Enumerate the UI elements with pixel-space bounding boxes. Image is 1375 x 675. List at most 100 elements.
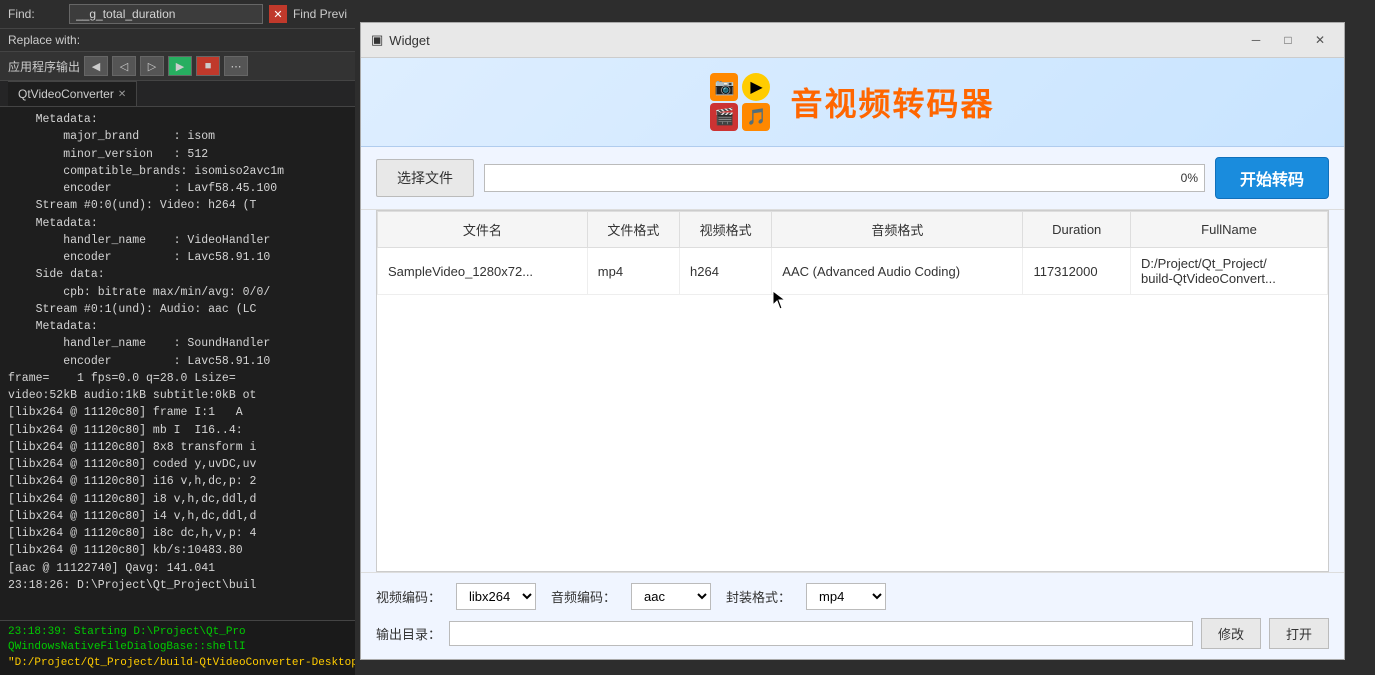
left-panel: Find: ✕ Find Previ Replace with: 应用程序输出 … xyxy=(0,0,355,675)
widget-window: ▣ Widget ─ □ ✕ 📷 ▶ 🎬 🎵 音视频转码器 选择文件 0% xyxy=(360,22,1345,660)
output-log[interactable]: 23:18:39: Starting D:\Project\Qt_Pro QWi… xyxy=(0,620,355,675)
progress-bar-container: 0% xyxy=(484,164,1205,192)
col-header-fullname: FullName xyxy=(1130,212,1327,248)
toolbar-btn-3[interactable]: ▷ xyxy=(140,56,164,76)
output-quote: "D:/Project/Qt_Project/build-QtVideoConv… xyxy=(8,656,347,671)
code-line: Side data: xyxy=(8,266,347,283)
file-table: 文件名 文件格式 视频格式 音频格式 Duration FullName Sam… xyxy=(377,211,1328,295)
window-close-button[interactable]: ✕ xyxy=(1306,29,1334,51)
code-line: encoder : Lavf58.45.100 xyxy=(8,180,347,197)
progress-text: 0% xyxy=(1181,171,1198,185)
toolbar-btn-play[interactable]: ▶ xyxy=(168,56,192,76)
select-file-button[interactable]: 选择文件 xyxy=(376,159,474,197)
cell-filename: SampleVideo_1280x72... xyxy=(378,248,588,295)
app-title: 音视频转码器 xyxy=(790,79,994,125)
code-line: Stream #0:1(und): Audio: aac (LC xyxy=(8,301,347,318)
code-line: compatible_brands: isomiso2avc1m xyxy=(8,163,347,180)
window-maximize-button[interactable]: □ xyxy=(1274,29,1302,51)
file-table-container[interactable]: 文件名 文件格式 视频格式 音频格式 Duration FullName Sam… xyxy=(376,210,1329,572)
col-header-filename: 文件名 xyxy=(378,212,588,248)
tab-bar: QtVideoConverter ✕ xyxy=(0,81,355,107)
video-encoding-label: 视频编码： xyxy=(376,587,441,606)
tab-label: QtVideoConverter xyxy=(18,87,114,101)
output-label: 应用程序输出 xyxy=(8,58,80,75)
replace-label: Replace with: xyxy=(8,33,80,47)
audio-encoding-label: 音频编码： xyxy=(551,587,616,606)
output-line: QWindowsNativeFileDialogBase::shellI xyxy=(8,640,347,655)
cell-audio-format: AAC (Advanced Audio Coding) xyxy=(772,248,1023,295)
code-line: [libx264 @ 11120c80] i8c dc,h,v,p: 4 xyxy=(8,525,347,542)
table-header-row: 文件名 文件格式 视频格式 音频格式 Duration FullName xyxy=(378,212,1328,248)
code-line: encoder : Lavc58.91.10 xyxy=(8,249,347,266)
code-line: handler_name : SoundHandler xyxy=(8,335,347,352)
code-line: minor_version : 512 xyxy=(8,146,347,163)
toolbar-btn-stop[interactable]: ■ xyxy=(196,56,220,76)
video-encoding-select[interactable]: libx264 h264 h265 xyxy=(456,583,536,610)
window-title-text: Widget xyxy=(389,33,429,48)
code-line: [libx264 @ 11120c80] 8x8 transform i xyxy=(8,439,347,456)
output-row: 输出目录： 修改 打开 xyxy=(376,618,1329,649)
container-select[interactable]: mp4 mkv avi xyxy=(806,583,886,610)
code-line: Stream #0:0(und): Video: h264 (T xyxy=(8,197,347,214)
icon-row-1: 📷 ▶ xyxy=(710,73,770,101)
toolbar-btn-5[interactable]: ⋯ xyxy=(224,56,248,76)
find-prev-label: Find Previ xyxy=(293,7,347,21)
col-header-duration: Duration xyxy=(1023,212,1131,248)
start-convert-button[interactable]: 开始转码 xyxy=(1215,157,1329,199)
code-line: [libx264 @ 11120c80] frame I:1 A xyxy=(8,404,347,421)
code-line: major_brand : isom xyxy=(8,128,347,145)
encoding-row: 视频编码： libx264 h264 h265 音频编码： aac mp3 封装… xyxy=(376,583,1329,610)
code-line: [libx264 @ 11120c80] i16 v,h,dc,p: 2 xyxy=(8,473,347,490)
code-line: Metadata: xyxy=(8,318,347,335)
output-path-input[interactable] xyxy=(449,621,1193,646)
code-line: [libx264 @ 11120c80] i8 v,h,dc,ddl,d xyxy=(8,491,347,508)
col-header-format: 文件格式 xyxy=(587,212,679,248)
col-header-audio: 音频格式 xyxy=(772,212,1023,248)
window-title-icon: ▣ xyxy=(371,32,383,48)
cell-format: mp4 xyxy=(587,248,679,295)
code-line: handler_name : VideoHandler xyxy=(8,232,347,249)
code-line: cpb: bitrate max/min/avg: 0/0/ xyxy=(8,284,347,301)
output-line: 23:18:39: Starting D:\Project\Qt_Pro xyxy=(8,625,347,640)
toolbar-btn-1[interactable]: ◀ xyxy=(84,56,108,76)
cell-duration: 117312000 xyxy=(1023,248,1131,295)
icon-row-2: 🎬 🎵 xyxy=(710,103,770,131)
code-line: 23:18:26: D:\Project\Qt_Project\buil xyxy=(8,577,347,594)
modify-button[interactable]: 修改 xyxy=(1201,618,1261,649)
code-line: frame= 1 fps=0.0 q=28.0 Lsize= xyxy=(8,370,347,387)
widget-bottom: 视频编码： libx264 h264 h265 音频编码： aac mp3 封装… xyxy=(361,572,1344,659)
code-line: encoder : Lavc58.91.10 xyxy=(8,353,347,370)
window-title: ▣ Widget xyxy=(371,32,430,48)
code-line: [libx264 @ 11120c80] kb/s:10483.80 xyxy=(8,542,347,559)
find-bar: Find: ✕ Find Previ xyxy=(0,0,355,29)
find-input[interactable] xyxy=(69,4,263,24)
camera-icon: 📷 xyxy=(710,73,738,101)
tab-close-icon[interactable]: ✕ xyxy=(118,89,126,100)
tab-qtvideoconverter[interactable]: QtVideoConverter ✕ xyxy=(8,81,137,106)
code-area[interactable]: Metadata: major_brand : isom minor_versi… xyxy=(0,107,355,620)
open-button[interactable]: 打开 xyxy=(1269,618,1329,649)
find-label: Find: xyxy=(8,7,63,21)
cell-video-format: h264 xyxy=(680,248,772,295)
code-line: [libx264 @ 11120c80] coded y,uvDC,uv xyxy=(8,456,347,473)
code-line: video:52kB audio:1kB subtitle:0kB ot xyxy=(8,387,347,404)
output-dir-label: 输出目录： xyxy=(376,624,441,643)
app-header: 📷 ▶ 🎬 🎵 音视频转码器 xyxy=(361,58,1344,147)
widget-toolbar: 选择文件 0% 开始转码 xyxy=(361,147,1344,210)
cell-fullname: D:/Project/Qt_Project/build-QtVideoConve… xyxy=(1130,248,1327,295)
output-toolbar: 应用程序输出 ◀ ◁ ▷ ▶ ■ ⋯ xyxy=(0,52,355,81)
code-line: Metadata: xyxy=(8,111,347,128)
code-line: Metadata: xyxy=(8,215,347,232)
window-minimize-button[interactable]: ─ xyxy=(1242,29,1270,51)
music-icon: 🎵 xyxy=(742,103,770,131)
app-icon-area: 📷 ▶ 🎬 🎵 xyxy=(710,73,770,131)
window-controls: ─ □ ✕ xyxy=(1242,29,1334,51)
audio-encoding-select[interactable]: aac mp3 xyxy=(631,583,711,610)
find-close-button[interactable]: ✕ xyxy=(269,5,287,23)
replace-bar: Replace with: xyxy=(0,29,355,52)
table-row[interactable]: SampleVideo_1280x72... mp4 h264 AAC (Adv… xyxy=(378,248,1328,295)
toolbar-btn-2[interactable]: ◁ xyxy=(112,56,136,76)
code-line: [aac @ 11122740] Qavg: 141.041 xyxy=(8,560,347,577)
code-line: [libx264 @ 11120c80] mb I I16..4: xyxy=(8,422,347,439)
code-line: [libx264 @ 11120c80] i4 v,h,dc,ddl,d xyxy=(8,508,347,525)
